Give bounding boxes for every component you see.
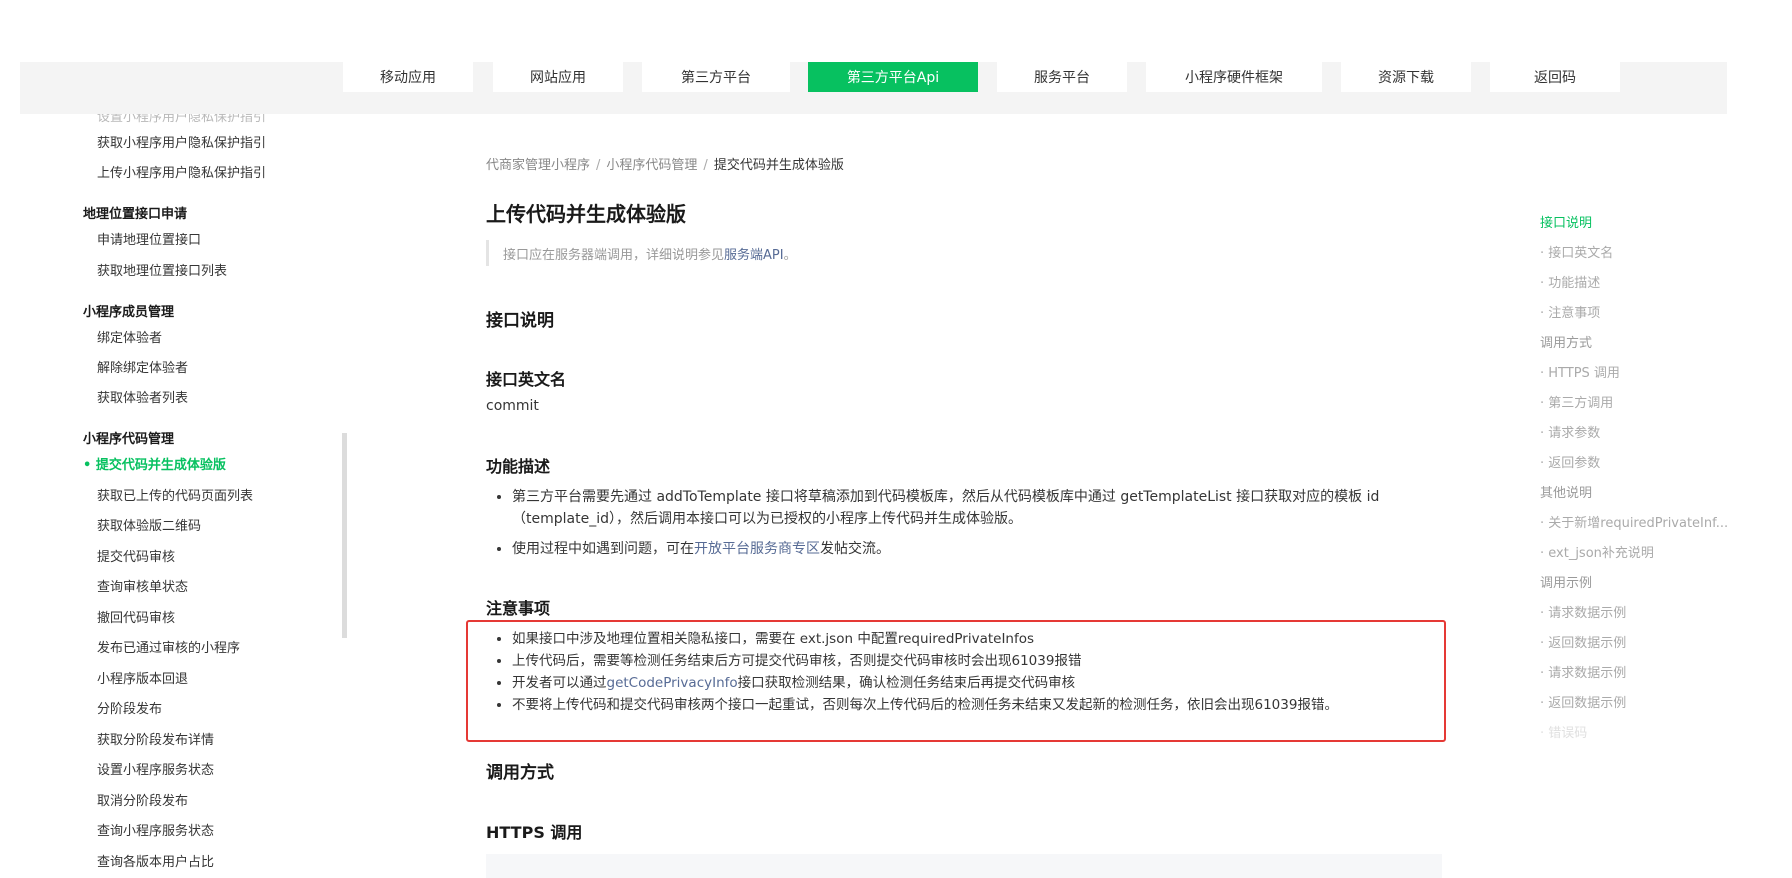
toc-item[interactable]: 调用示例 bbox=[1540, 572, 1592, 591]
list-item-text: 发帖交流。 bbox=[820, 541, 890, 557]
sidebar-item-label: 提交代码并生成体验版 bbox=[95, 458, 226, 473]
tab-resource-download[interactable]: 资源下载 bbox=[1341, 62, 1471, 92]
heading-english-name: 接口英文名 bbox=[486, 370, 567, 389]
sidebar-item[interactable]: 提交代码审核 bbox=[97, 546, 175, 565]
tab-service-platform[interactable]: 服务平台 bbox=[997, 62, 1127, 92]
english-name-value: commit bbox=[486, 398, 539, 414]
list-item: 不要将上传代码和提交代码审核两个接口一起重试，否则每次上传代码后的检测任务未结束… bbox=[512, 694, 1452, 716]
sidebar-item[interactable]: 获取体验者列表 bbox=[97, 387, 188, 406]
breadcrumb-item[interactable]: 代商家管理小程序 bbox=[486, 158, 590, 173]
toc-item[interactable]: · 返回数据示例 bbox=[1540, 692, 1626, 711]
sidebar-item[interactable]: 绑定体验者 bbox=[97, 327, 162, 346]
sidebar-group-title[interactable]: 地理位置接口申请 bbox=[83, 203, 187, 222]
list-item: 上传代码后，需要等检测任务结束后方可提交代码审核，否则提交代码审核时会出现610… bbox=[512, 650, 1452, 672]
breadcrumb-current: 提交代码并生成体验版 bbox=[713, 158, 844, 173]
sidebar-item-clipped[interactable]: 设置小程序用户隐私保护指引 bbox=[97, 114, 266, 125]
toc-item[interactable]: · 请求数据示例 bbox=[1540, 602, 1626, 621]
toc-item[interactable]: · 接口英文名 bbox=[1540, 242, 1613, 261]
toc-item-active[interactable]: 接口说明 bbox=[1540, 212, 1592, 231]
toc-item[interactable]: · 请求数据示例 bbox=[1540, 662, 1626, 681]
tab-miniprogram-hardware[interactable]: 小程序硬件框架 bbox=[1146, 62, 1322, 92]
sidebar-item[interactable]: 分阶段发布 bbox=[97, 698, 162, 717]
toc-item[interactable]: · 返回参数 bbox=[1540, 452, 1600, 471]
tab-return-codes[interactable]: 返回码 bbox=[1490, 62, 1620, 92]
function-description-list: 第三方平台需要先通过 addToTemplate 接口将草稿添加到代码模板库，然… bbox=[486, 486, 1472, 560]
sidebar-item[interactable]: 获取小程序用户隐私保护指引 bbox=[97, 132, 266, 151]
tab-mobile-apps[interactable]: 移动应用 bbox=[343, 62, 473, 92]
sidebar-item[interactable]: 小程序版本回退 bbox=[97, 668, 188, 687]
sidebar-item[interactable]: 查询小程序服务状态 bbox=[97, 820, 214, 839]
service-provider-zone-link[interactable]: 开放平台服务商专区 bbox=[694, 541, 820, 557]
sidebar-item[interactable]: 解除绑定体验者 bbox=[97, 357, 188, 376]
get-code-privacy-info-link[interactable]: getCodePrivacyInfo bbox=[607, 675, 738, 691]
sidebar: 设置小程序用户隐私保护指引 获取小程序用户隐私保护指引 上传小程序用户隐私保护指… bbox=[0, 114, 340, 878]
toc-item[interactable]: · HTTPS 调用 bbox=[1540, 362, 1620, 381]
heading-function-description: 功能描述 bbox=[486, 457, 551, 476]
heading-https-call: HTTPS 调用 bbox=[486, 823, 583, 842]
toc-item[interactable]: · 请求参数 bbox=[1540, 422, 1600, 441]
sidebar-scrollbar[interactable] bbox=[342, 433, 347, 638]
breadcrumb-item[interactable]: 小程序代码管理 bbox=[606, 158, 697, 173]
sidebar-item[interactable]: 获取已上传的代码页面列表 bbox=[97, 485, 253, 504]
list-item: 使用过程中如遇到问题，可在开放平台服务商专区发帖交流。 bbox=[512, 538, 1472, 560]
sidebar-item[interactable]: 发布已通过审核的小程序 bbox=[97, 637, 240, 656]
toc-item[interactable]: · 第三方调用 bbox=[1540, 392, 1613, 411]
toc-item[interactable]: 调用方式 bbox=[1540, 332, 1592, 351]
heading-notes: 注意事项 bbox=[486, 599, 551, 618]
sidebar-item-active[interactable]: • 提交代码并生成体验版 bbox=[83, 454, 226, 473]
notice-text: 接口应在服务器端调用，详细说明参见 bbox=[503, 247, 725, 263]
sidebar-item[interactable]: 查询审核单状态 bbox=[97, 576, 188, 595]
breadcrumb-separator: / bbox=[596, 158, 601, 173]
sidebar-item[interactable]: 上传小程序用户隐私保护指引 bbox=[97, 162, 266, 181]
tab-third-party-platform[interactable]: 第三方平台 bbox=[642, 62, 790, 92]
toc-item[interactable]: · 功能描述 bbox=[1540, 272, 1600, 291]
breadcrumb: 代商家管理小程序 / 小程序代码管理 / 提交代码并生成体验版 bbox=[486, 154, 844, 173]
toc-item[interactable]: 其他说明 bbox=[1540, 482, 1592, 501]
sidebar-item[interactable]: 获取分阶段发布详情 bbox=[97, 729, 214, 748]
toc-item[interactable]: · 错误码 bbox=[1540, 722, 1587, 741]
notice-suffix: 。 bbox=[783, 247, 797, 263]
toc-item[interactable]: · 返回数据示例 bbox=[1540, 632, 1626, 651]
sidebar-item[interactable]: 获取地理位置接口列表 bbox=[97, 260, 227, 279]
sidebar-item[interactable]: 查询各版本用户占比 bbox=[97, 851, 214, 870]
sidebar-item[interactable]: 获取体验版二维码 bbox=[97, 515, 201, 534]
breadcrumb-separator: / bbox=[703, 158, 708, 173]
list-item: 第三方平台需要先通过 addToTemplate 接口将草稿添加到代码模板库，然… bbox=[512, 486, 1472, 530]
list-item-text: 接口获取检测结果，确认检测任务结束后再提交代码审核 bbox=[737, 675, 1076, 691]
tab-website-apps[interactable]: 网站应用 bbox=[493, 62, 623, 92]
list-item-text: 使用过程中如遇到问题，可在 bbox=[512, 541, 694, 557]
server-side-notice: 接口应在服务器端调用，详细说明参见 服务端API。 bbox=[486, 240, 797, 266]
list-item-text: 开发者可以通过 bbox=[512, 675, 607, 691]
server-api-link[interactable]: 服务端API bbox=[724, 244, 784, 263]
sidebar-item[interactable]: 撤回代码审核 bbox=[97, 607, 175, 626]
toc-item[interactable]: · 关于新增requiredPrivateInf... bbox=[1540, 512, 1728, 531]
sidebar-item[interactable]: 设置小程序服务状态 bbox=[97, 759, 214, 778]
list-item: 如果接口中涉及地理位置相关隐私接口，需要在 ext.json 中配置requir… bbox=[512, 628, 1452, 650]
page-title: 上传代码并生成体验版 bbox=[486, 202, 686, 226]
sidebar-item[interactable]: 取消分阶段发布 bbox=[97, 790, 188, 809]
code-block bbox=[486, 854, 1442, 878]
section-heading-interface: 接口说明 bbox=[486, 311, 554, 331]
list-item: 开发者可以通过getCodePrivacyInfo接口获取检测结果，确认检测任务… bbox=[512, 672, 1452, 694]
sidebar-item[interactable]: 申请地理位置接口 bbox=[97, 229, 201, 248]
toc-item[interactable]: · 注意事项 bbox=[1540, 302, 1600, 321]
notes-list: 如果接口中涉及地理位置相关隐私接口，需要在 ext.json 中配置requir… bbox=[486, 628, 1452, 716]
section-heading-call-method: 调用方式 bbox=[486, 763, 554, 783]
sidebar-group-title[interactable]: 小程序成员管理 bbox=[83, 301, 174, 320]
toc-item[interactable]: · ext_json补充说明 bbox=[1540, 542, 1654, 561]
tab-third-party-api[interactable]: 第三方平台Api bbox=[808, 62, 978, 92]
sidebar-group-title[interactable]: 小程序代码管理 bbox=[83, 428, 174, 447]
